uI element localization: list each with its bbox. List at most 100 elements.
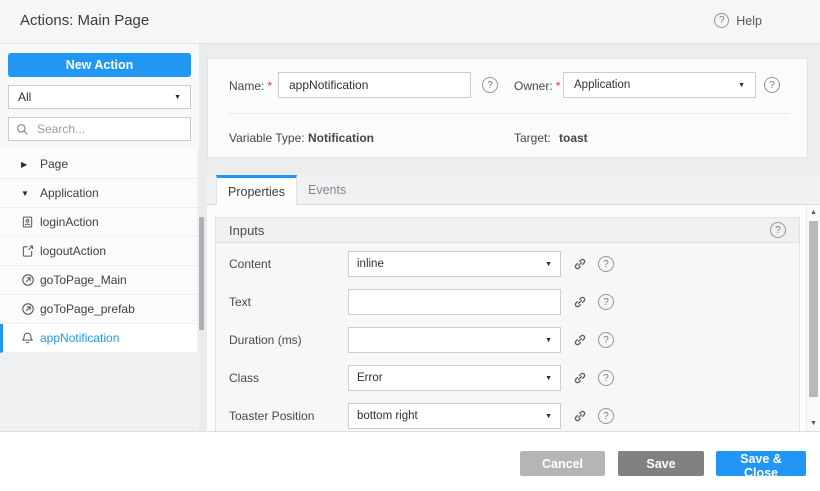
- help-label: Help: [736, 14, 762, 28]
- property-select[interactable]: inline ▼: [348, 251, 561, 277]
- property-help-icon[interactable]: ?: [598, 370, 614, 386]
- sidebar-scrollbar-thumb[interactable]: [199, 217, 204, 330]
- chevron-expanded-icon[interactable]: ▼: [21, 189, 40, 198]
- property-row-content: Content inline ▼?: [216, 245, 799, 283]
- tree-item-appNotification[interactable]: appNotification: [0, 324, 197, 353]
- name-help-icon[interactable]: ?: [482, 77, 498, 93]
- property-row-class: Class Error ▼?: [216, 359, 799, 397]
- logout-icon: [21, 244, 40, 258]
- action-detail-panel: Name:* ? Owner:* Application ▼ ? Variabl…: [207, 44, 820, 431]
- bind-link-icon[interactable]: [573, 295, 587, 309]
- tree-item-goToPage_prefab[interactable]: goToPage_prefab: [0, 295, 197, 324]
- tree-item-label: goToPage_Main: [40, 273, 127, 287]
- caret-down-icon: ▼: [545, 413, 552, 420]
- owner-select-value: Application: [574, 79, 630, 91]
- scrollbar-thumb[interactable]: [809, 221, 818, 397]
- search-box: [8, 117, 191, 141]
- property-help-icon[interactable]: ?: [598, 294, 614, 310]
- tab-bar: Properties Events: [207, 175, 820, 205]
- page-title: Actions: Main Page: [20, 12, 149, 29]
- scroll-down-icon[interactable]: ▼: [807, 420, 820, 427]
- card-divider: [229, 113, 790, 114]
- tree-item-label: Application: [40, 186, 99, 200]
- bind-link-icon[interactable]: [573, 257, 587, 271]
- variable-type-value: Notification: [308, 131, 374, 145]
- property-select[interactable]: Error ▼: [348, 365, 561, 391]
- target-value: toast: [559, 131, 588, 145]
- property-select-value: inline: [357, 258, 384, 270]
- caret-down-icon: ▼: [545, 375, 552, 382]
- inputs-panel: Inputs ? Contentinline▼?Text?Duration (m…: [215, 217, 800, 431]
- tree-item-label: loginAction: [40, 215, 99, 229]
- property-row-text: Text?: [216, 283, 799, 321]
- tab-properties[interactable]: Properties: [216, 175, 297, 205]
- search-input[interactable]: [35, 121, 183, 137]
- required-marker: *: [267, 79, 272, 93]
- bind-link-icon[interactable]: [573, 371, 587, 385]
- tree-item-label: logoutAction: [40, 244, 106, 258]
- name-input[interactable]: [278, 72, 471, 98]
- property-select[interactable]: bottom right ▼: [348, 403, 561, 429]
- tree-item-label: goToPage_prefab: [40, 302, 135, 316]
- tree-group-Page[interactable]: ▶Page: [0, 150, 197, 179]
- property-text-input[interactable]: [348, 289, 561, 315]
- property-label: Toaster Position: [229, 409, 348, 423]
- properties-scrollbar[interactable]: ▲ ▼: [806, 205, 820, 431]
- tree-item-label: appNotification: [40, 331, 119, 345]
- actions-dialog: Actions: Main Page ? Help New Action All…: [0, 0, 820, 491]
- dialog-footer: Cancel Save Save & Close: [0, 431, 820, 491]
- property-help-icon[interactable]: ?: [598, 408, 614, 424]
- inputs-field-list: Contentinline▼?Text?Duration (ms)▼?Class…: [215, 243, 800, 431]
- caret-down-icon: ▼: [738, 82, 745, 89]
- tree-item-label: Page: [40, 157, 68, 171]
- chevron-collapsed-icon[interactable]: ▶: [21, 160, 40, 169]
- property-help-icon[interactable]: ?: [598, 332, 614, 348]
- bind-link-icon[interactable]: [573, 409, 587, 423]
- caret-down-icon: ▼: [174, 94, 181, 101]
- help-button[interactable]: ? Help: [714, 13, 762, 28]
- tree-item-logoutAction[interactable]: logoutAction: [0, 237, 197, 266]
- property-label: Duration (ms): [229, 333, 348, 347]
- notification-icon: [21, 331, 40, 345]
- login-icon: [21, 215, 40, 229]
- caret-down-icon: ▼: [545, 337, 552, 344]
- navigate-icon: [21, 302, 40, 316]
- action-tree: ▶Page▼ApplicationloginActionlogoutAction…: [0, 150, 197, 353]
- property-select[interactable]: ▼: [348, 327, 561, 353]
- cancel-button[interactable]: Cancel: [520, 451, 605, 476]
- search-icon: [16, 123, 29, 136]
- target-label: Target:: [514, 131, 551, 145]
- tree-item-loginAction[interactable]: loginAction: [0, 208, 197, 237]
- save-and-close-button[interactable]: Save & Close: [716, 451, 806, 476]
- sidebar-controls: New Action All ▼: [0, 44, 199, 150]
- property-label: Content: [229, 257, 348, 271]
- bind-link-icon[interactable]: [573, 333, 587, 347]
- required-marker: *: [556, 79, 561, 93]
- inputs-help-icon[interactable]: ?: [770, 222, 786, 238]
- property-select-value: Error: [357, 372, 383, 384]
- save-button[interactable]: Save: [618, 451, 704, 476]
- dialog-titlebar: Actions: Main Page ? Help: [0, 0, 820, 44]
- scroll-up-icon[interactable]: ▲: [807, 209, 820, 216]
- property-label: Text: [229, 295, 348, 309]
- property-row-toaster-position: Toaster Position bottom right ▼?: [216, 397, 799, 431]
- owner-help-icon[interactable]: ?: [764, 77, 780, 93]
- name-label: Name:*: [229, 79, 272, 93]
- filter-select-value: All: [18, 90, 31, 104]
- property-help-icon[interactable]: ?: [598, 256, 614, 272]
- owner-select[interactable]: Application ▼: [563, 72, 756, 98]
- variable-type-label: Variable Type:: [229, 131, 305, 145]
- actions-sidebar: New Action All ▼ ▶Page▼ApplicationloginA…: [0, 44, 199, 431]
- inputs-section-header: Inputs ?: [215, 217, 800, 243]
- tree-group-Application[interactable]: ▼Application: [0, 179, 197, 208]
- property-label: Class: [229, 371, 348, 385]
- owner-label: Owner:*: [514, 79, 560, 93]
- tab-events[interactable]: Events: [297, 175, 357, 205]
- filter-select[interactable]: All ▼: [8, 85, 191, 109]
- property-row-duration-ms-: Duration (ms) ▼?: [216, 321, 799, 359]
- tree-item-goToPage_Main[interactable]: goToPage_Main: [0, 266, 197, 295]
- new-action-button[interactable]: New Action: [8, 53, 191, 77]
- caret-down-icon: ▼: [545, 261, 552, 268]
- property-select-value: bottom right: [357, 410, 418, 422]
- navigate-icon: [21, 273, 40, 287]
